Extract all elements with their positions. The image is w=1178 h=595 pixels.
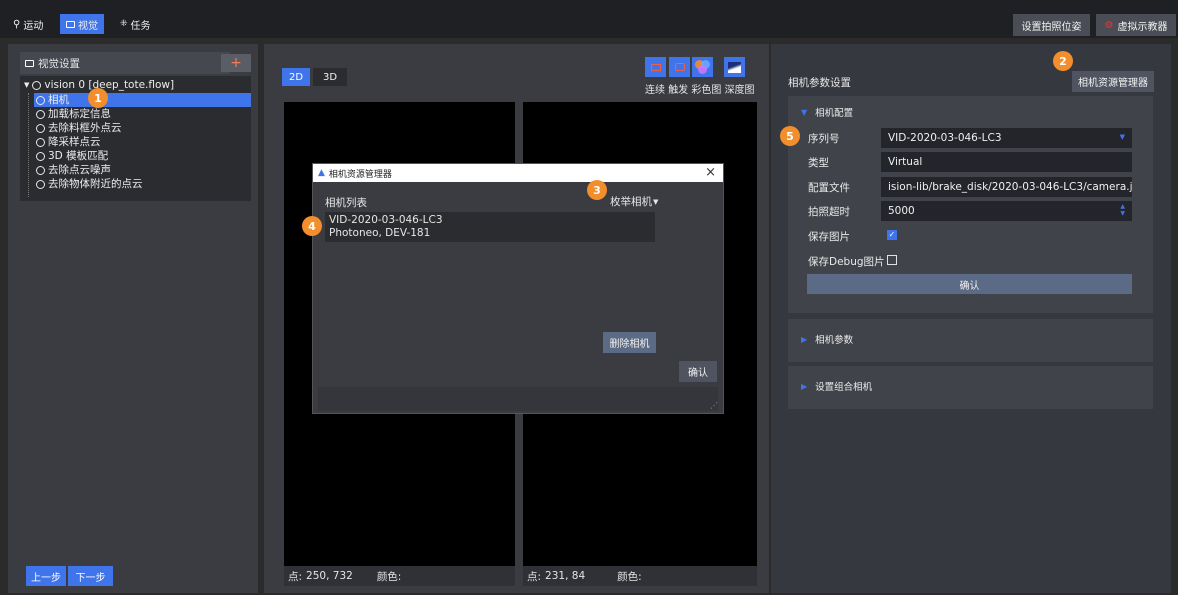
config-confirm-button[interactable]: 确认 [807,274,1132,294]
app-logo-icon: ▲ [318,168,325,178]
annotation-badge: 3 [587,180,607,200]
node-circle-icon [32,80,42,90]
camera-params-header[interactable]: ▶ 相机参数 [801,332,853,347]
save-debug-label: 保存Debug图片 [808,256,885,268]
capture-labels: 连续 触发 彩色图 深度图 [645,85,755,96]
tree-item[interactable]: 去除点云噪声 [36,164,111,176]
combo-camera-header[interactable]: ▶ 设置组合相机 [801,379,872,394]
node-circle-icon [36,165,45,175]
color-dot-icon [698,65,707,74]
tree-item[interactable]: 加载标定信息 [36,108,111,120]
tree-item[interactable]: 去除物体附近的点云 [36,178,143,190]
tab-vision[interactable]: 视觉 [60,14,104,34]
top-toolbar: ⚲ 运动 视觉 ⁜ 任务 设置拍照位姿 ⚙ 虚拟示教器 [0,0,1178,38]
config-file-field[interactable]: ision-lib/brake_disk/2020-03-046-LC3/cam… [881,177,1132,197]
dialog-footer [318,387,718,411]
camera-params-section[interactable]: ▶ 相机参数 [788,319,1153,362]
mode-3d-button[interactable]: 3D [313,68,347,86]
annotation-badge: 1 [88,88,108,108]
node-circle-icon [36,95,45,105]
camera-manager-dialog: ▲ 相机资源管理器 × 相机列表 枚举相机 ▼ VID-2020-03-046-… [312,163,724,414]
camera-icon [25,59,34,67]
save-image-checkbox[interactable]: ✓ [887,230,897,240]
caret-right-icon: ▶ [801,334,808,344]
tab-motion[interactable]: ⚲ 运动 [7,14,49,34]
serial-label: 序列号 [808,133,840,145]
robot-arm-icon: ⚙ [1104,19,1114,31]
right-status-bar: 点: 231, 84 颜色: [523,566,757,586]
virtual-robot-button[interactable]: ⚙ 虚拟示教器 [1096,14,1176,36]
caret-right-icon: ▶ [801,381,808,391]
caret-down-icon: ▼ [801,107,808,117]
spinner-arrows-icon[interactable]: ▲ ▼ [1120,203,1125,217]
task-icon: ⁜ [120,19,128,29]
combo-camera-section[interactable]: ▶ 设置组合相机 [788,366,1153,409]
node-circle-icon [36,123,45,133]
timeout-label: 拍照超时 [808,206,850,218]
tree-guide-line [28,93,29,197]
config-file-label: 配置文件 [808,182,850,194]
camera-list-item[interactable]: VID-2020-03-046-LC3 Photoneo, DEV-181 [325,212,655,242]
camera-settings-title: 相机参数设置 [788,77,851,89]
tree-item-camera[interactable]: 相机 [34,93,251,107]
gradient-icon [728,61,741,73]
next-step-button[interactable]: 下一步 [68,566,113,586]
tree-item[interactable]: 去除料框外点云 [36,122,122,134]
delete-camera-button[interactable]: 删除相机 [603,332,656,353]
node-circle-icon [36,179,45,189]
resize-grip-icon[interactable]: ⋰ [710,401,718,410]
dialog-title-bar: ▲ 相机资源管理器 × [313,164,723,182]
tree-item[interactable]: 降采样点云 [36,136,101,148]
tab-task[interactable]: ⁜ 任务 [114,14,157,34]
trigger-capture-icon[interactable] [669,57,690,77]
save-debug-checkbox[interactable] [887,255,897,265]
camera-config-section: ▼ 相机配置 序列号 VID-2020-03-046-LC3 ▼ 类型 Virt… [788,96,1153,313]
add-step-button[interactable]: + [221,54,251,72]
camera-settings-panel: 相机参数设置 相机资源管理器 ▼ 相机配置 序列号 VID-2020-03-04… [771,44,1171,593]
annotation-badge: 5 [780,126,800,146]
video-icon [650,63,661,71]
node-circle-icon [36,151,45,161]
left-status-bar: 点: 250, 732 颜色: [284,566,515,586]
dialog-confirm-button[interactable]: 确认 [679,361,717,382]
camera-manager-button[interactable]: 相机资源管理器 [1072,71,1154,92]
set-capture-pose-button[interactable]: 设置拍照位姿 [1013,14,1090,36]
motion-icon: ⚲ [13,18,21,30]
vision-settings-panel: 视觉设置 + ▼ vision 0 [deep_tote.flow] 相机 加载… [8,44,258,593]
app-window: ⚲ 运动 视觉 ⁜ 任务 设置拍照位姿 ⚙ 虚拟示教器 视觉设置 + ▼ vis… [0,0,1178,595]
camera-list-label: 相机列表 [325,197,367,209]
camera-icon [674,63,685,71]
enumerate-cameras-dropdown[interactable]: 枚举相机 ▼ [610,194,658,209]
camera-config-header[interactable]: ▼ 相机配置 [801,105,853,120]
caret-down-icon: ▼ [24,81,30,89]
type-label: 类型 [808,157,829,169]
camera-icon [66,20,75,28]
timeout-spinbox[interactable]: 5000 ▲ ▼ [881,201,1132,221]
annotation-badge: 2 [1053,51,1073,71]
node-circle-icon [36,137,45,147]
prev-step-button[interactable]: 上一步 [26,566,66,586]
node-circle-icon [36,109,45,119]
close-icon[interactable]: × [705,165,716,180]
dropdown-arrow-icon: ▼ [1119,133,1125,141]
continuous-capture-icon[interactable] [645,57,666,77]
type-field[interactable]: Virtual [881,152,1132,172]
flow-tree: ▼ vision 0 [deep_tote.flow] 相机 加载标定信息 去除… [20,76,251,201]
dropdown-arrow-icon: ▼ [653,197,659,206]
color-image-icon[interactable] [692,57,713,77]
depth-image-icon[interactable] [724,57,745,77]
annotation-badge: 4 [302,216,322,236]
vision-settings-header: 视觉设置 [20,52,230,74]
save-image-label: 保存图片 [808,231,850,243]
mode-2d-button[interactable]: 2D [282,68,310,86]
tree-item[interactable]: 3D 模板匹配 [36,150,108,162]
serial-select[interactable]: VID-2020-03-046-LC3 ▼ [881,128,1132,148]
